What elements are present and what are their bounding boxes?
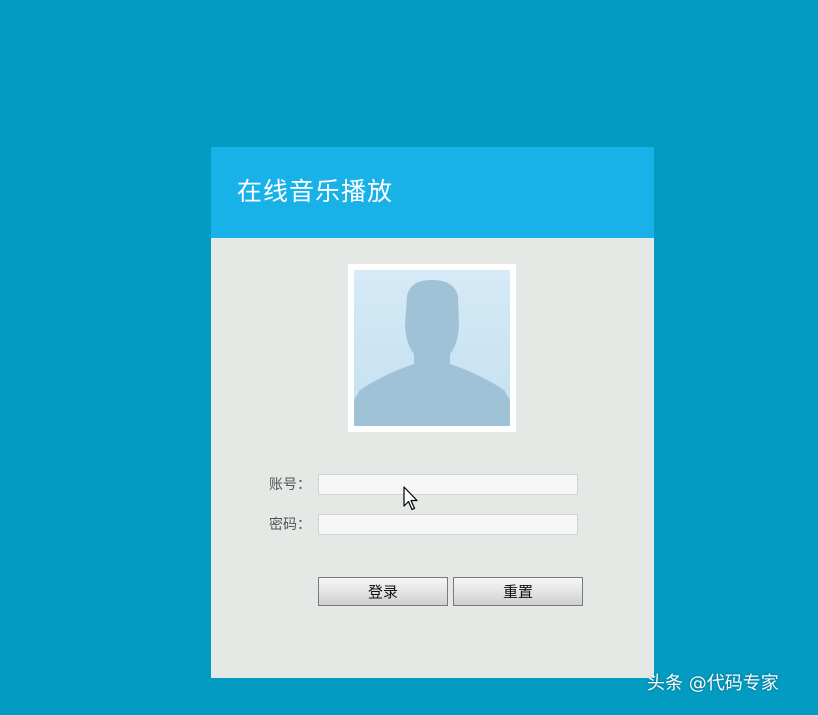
- page-title: 在线音乐播放: [237, 177, 394, 206]
- account-label: 账号：: [269, 477, 311, 493]
- login-panel: 在线音乐播放 账号： 密码： 登录 重置: [211, 147, 654, 678]
- reset-button[interactable]: 重置: [453, 577, 583, 606]
- user-silhouette-icon: [354, 270, 510, 426]
- password-label: 密码：: [269, 517, 311, 533]
- avatar: [348, 264, 516, 432]
- password-input[interactable]: [318, 514, 578, 535]
- panel-header: 在线音乐播放: [211, 147, 654, 238]
- watermark: 头条 @代码专家: [647, 673, 779, 694]
- mouse-cursor-icon: [403, 486, 418, 511]
- login-button[interactable]: 登录: [318, 577, 448, 606]
- account-input[interactable]: [318, 474, 578, 495]
